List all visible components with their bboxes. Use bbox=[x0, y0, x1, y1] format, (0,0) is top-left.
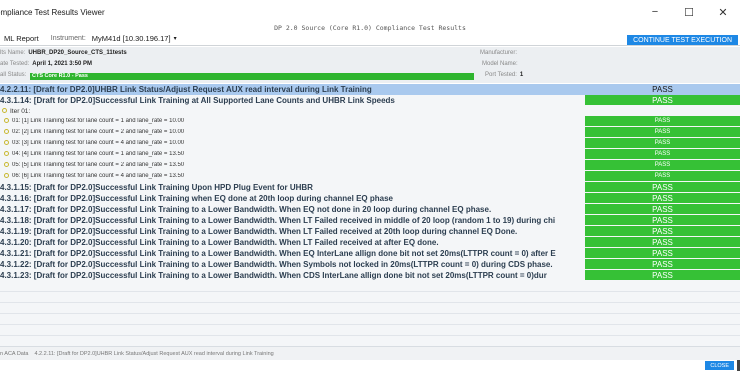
result-badge: PASS bbox=[585, 138, 740, 148]
subtest-name: 06: [6] Link Training test for lane coun… bbox=[12, 173, 185, 180]
result-badge: PASS bbox=[585, 95, 740, 105]
result-badge: PASS bbox=[652, 85, 673, 94]
iteration-row[interactable]: Iter 01: bbox=[0, 106, 740, 116]
result-badge: PASS bbox=[585, 149, 740, 159]
xml-report-tab[interactable]: ML Report bbox=[0, 34, 45, 43]
instrument-label: Instrument: bbox=[50, 35, 86, 42]
test-row[interactable]: 4.3.1.14: [Draft for DP2.0]Successful Li… bbox=[0, 95, 740, 105]
aca-data-text: 4.2.2.11: [Draft for DP2.0]UHBR Link Sta… bbox=[34, 350, 274, 357]
result-badge: PASS bbox=[585, 270, 740, 280]
status-dot-icon bbox=[4, 161, 9, 167]
list-divider bbox=[0, 302, 740, 303]
result-badge: PASS bbox=[585, 116, 740, 126]
status-dot-icon bbox=[4, 117, 9, 123]
subtest-row[interactable]: 01: [1] Link Training test for lane coun… bbox=[0, 116, 740, 126]
results-list[interactable]: 4.2.2.11: [Draft for DP2.0]UHBR Link Sta… bbox=[0, 84, 740, 346]
result-badge: PASS bbox=[585, 248, 740, 258]
test-row[interactable]: 4.3.1.19: [Draft for DP2.0]Successful Li… bbox=[0, 226, 740, 236]
results-name-label: lts Name: bbox=[0, 50, 26, 56]
date-tested-value: April 1, 2021 3:50 PM bbox=[32, 61, 92, 67]
window-title: ompliance Test Results Viewer bbox=[0, 7, 105, 17]
status-dot-icon bbox=[4, 172, 9, 178]
instrument-select[interactable]: MyM41d [10.30.196.17] bbox=[92, 34, 171, 43]
list-divider bbox=[0, 313, 740, 314]
port-tested-value: 1 bbox=[519, 72, 524, 78]
overall-status-label: all Status: bbox=[0, 72, 27, 78]
manufacturer-label: Manufacturer: bbox=[480, 50, 518, 56]
subtest-name: 01: [1] Link Training test for lane coun… bbox=[12, 118, 185, 125]
test-row[interactable]: 4.3.1.21: [Draft for DP2.0]Successful Li… bbox=[0, 248, 740, 258]
status-dot-icon bbox=[2, 108, 7, 114]
result-badge: PASS bbox=[585, 237, 740, 247]
list-divider bbox=[0, 335, 740, 336]
model-name-label: Model Name: bbox=[482, 61, 518, 67]
test-row[interactable]: 4.3.1.22: [Draft for DP2.0]Successful Li… bbox=[0, 259, 740, 269]
result-badge: PASS bbox=[585, 127, 740, 137]
subtest-row[interactable]: 02: [2] Link Training test for lane coun… bbox=[0, 127, 740, 137]
result-badge: PASS bbox=[585, 226, 740, 236]
iteration-label: Iter 01: bbox=[10, 107, 31, 115]
aca-data-label: n ACA Data bbox=[0, 350, 29, 357]
close-button[interactable]: CLOSE bbox=[705, 361, 734, 370]
subtest-row[interactable]: 05: [5] Link Training test for lane coun… bbox=[0, 160, 740, 170]
list-divider bbox=[0, 324, 740, 325]
window-controls: − ☐ ✕ bbox=[638, 0, 740, 24]
subtest-name: 03: [3] Link Training test for lane coun… bbox=[12, 140, 185, 147]
status-dot-icon bbox=[4, 139, 9, 145]
model-name-row: Model Name: bbox=[482, 59, 521, 69]
result-badge: PASS bbox=[585, 182, 740, 192]
test-row[interactable]: 4.3.1.15: [Draft for DP2.0]Successful Li… bbox=[0, 182, 740, 192]
port-tested-label: Port Tested: bbox=[485, 72, 517, 78]
date-tested-row: ate Tested: April 1, 2021 3:50 PM bbox=[0, 59, 92, 69]
result-badge: PASS bbox=[585, 215, 740, 225]
maximize-button[interactable]: ☐ bbox=[672, 0, 706, 24]
test-row[interactable]: 4.3.1.20: [Draft for DP2.0]Successful Li… bbox=[0, 237, 740, 247]
minimize-button[interactable]: − bbox=[638, 0, 672, 24]
port-tested-row: Port Tested: 1 bbox=[485, 70, 523, 80]
test-row[interactable]: 4.3.1.16: [Draft for DP2.0]Successful Li… bbox=[0, 193, 740, 203]
subtest-row[interactable]: 06: [6] Link Training test for lane coun… bbox=[0, 171, 740, 181]
continue-test-execution-button[interactable]: CONTINUE TEST EXECUTION bbox=[627, 35, 738, 45]
subtest-row[interactable]: 04: [4] Link Training test for lane coun… bbox=[0, 149, 740, 159]
subtest-name: 04: [4] Link Training test for lane coun… bbox=[12, 151, 185, 158]
manufacturer-row: Manufacturer: bbox=[480, 48, 520, 58]
test-row[interactable]: 4.3.1.18: [Draft for DP2.0]Successful Li… bbox=[0, 215, 740, 225]
list-divider bbox=[0, 291, 740, 292]
chevron-down-icon[interactable]: ▾ bbox=[174, 35, 177, 42]
window-titlebar: ompliance Test Results Viewer − ☐ ✕ bbox=[0, 0, 740, 24]
results-name-row: lts Name: UHBR_DP20_Source_CTS_11tests bbox=[0, 48, 127, 58]
subtest-name: 02: [2] Link Training test for lane coun… bbox=[12, 129, 185, 136]
date-tested-label: ate Tested: bbox=[0, 61, 30, 67]
overall-status-badge: CTS Core R1.0 - Pass bbox=[30, 73, 474, 80]
result-badge: PASS bbox=[585, 204, 740, 214]
status-dot-icon bbox=[4, 150, 9, 156]
subtest-name: 05: [5] Link Training test for lane coun… bbox=[12, 162, 185, 169]
result-badge: PASS bbox=[585, 171, 740, 181]
app-title: DP 2.0 Source (Core R1.0) Compliance Tes… bbox=[274, 24, 466, 32]
result-badge: PASS bbox=[585, 160, 740, 170]
iteration-text: Iter 01: bbox=[0, 108, 740, 115]
test-row[interactable]: 4.3.1.17: [Draft for DP2.0]Successful Li… bbox=[0, 204, 740, 214]
subtest-row[interactable]: 03: [3] Link Training test for lane coun… bbox=[0, 138, 740, 148]
result-badge: PASS bbox=[585, 259, 740, 269]
aca-data-footer: n ACA Data 4.2.2.11: [Draft for DP2.0]UH… bbox=[0, 346, 740, 360]
results-name-value: UHBR_DP20_Source_CTS_11tests bbox=[28, 50, 127, 56]
result-badge: PASS bbox=[585, 193, 740, 203]
test-row[interactable]: 4.3.1.23: [Draft for DP2.0]Successful Li… bbox=[0, 270, 740, 280]
close-window-button[interactable]: ✕ bbox=[706, 0, 740, 24]
test-row-selected[interactable]: 4.2.2.11: [Draft for DP2.0]UHBR Link Sta… bbox=[0, 84, 740, 95]
overall-status-row: all Status: bbox=[0, 70, 26, 80]
status-dot-icon bbox=[4, 128, 9, 134]
